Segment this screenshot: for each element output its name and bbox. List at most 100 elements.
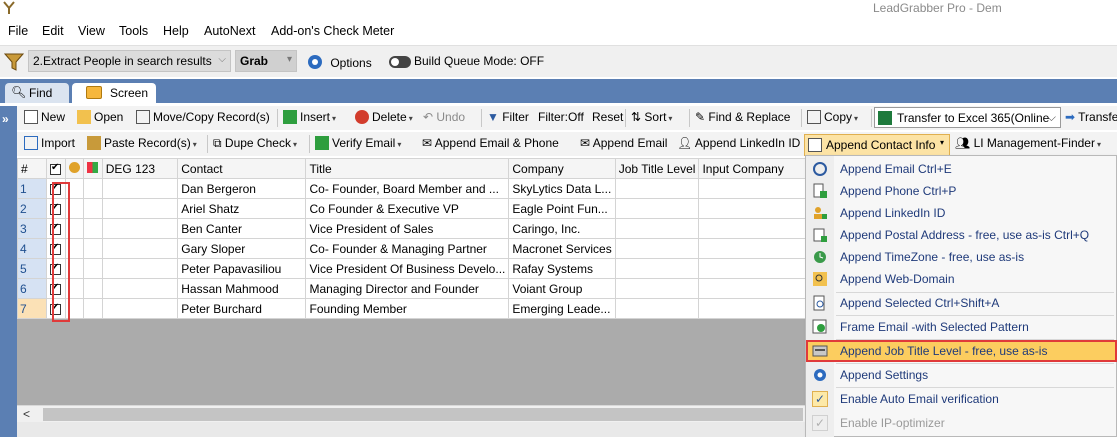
contact-cell[interactable]: Ariel Shatz	[177, 198, 307, 219]
row-number[interactable]: 2	[17, 198, 47, 219]
import-button[interactable]: Import	[24, 136, 75, 150]
open-button[interactable]: Open	[77, 110, 123, 124]
row-number[interactable]: 5	[17, 258, 47, 279]
empty-cell[interactable]	[82, 298, 103, 319]
contact-cell[interactable]: Dan Bergeron	[177, 178, 307, 199]
title-cell[interactable]: Co- Founder, Board Member and ...	[305, 178, 510, 199]
job-title-level-cell[interactable]	[614, 278, 700, 299]
column-header-grid[interactable]	[82, 158, 103, 179]
reset-button[interactable]: Reset	[592, 110, 623, 124]
company-cell[interactable]: Voiant Group	[508, 278, 616, 299]
table-row[interactable]: 5 Peter Papavasiliou Vice President Of B…	[17, 258, 807, 279]
scrollbar-thumb[interactable]	[43, 408, 803, 421]
column-header-title[interactable]: Title	[305, 158, 510, 179]
table-row[interactable]: 2 Ariel Shatz Co Founder & Executive VP …	[17, 198, 807, 219]
scroll-left-icon[interactable]: <	[23, 407, 30, 421]
menu-item-enable-ip-optimizer[interactable]: ✓ Enable IP-optimizer	[806, 412, 1117, 434]
new-button[interactable]: New	[24, 110, 65, 124]
dupe-check-button[interactable]: ⧉ Dupe Check ▾	[213, 136, 297, 151]
menu-item-frame-email[interactable]: Frame Email -with Selected Pattern	[806, 316, 1117, 338]
menu-item-append-postal-address[interactable]: Append Postal Address - free, use as-is …	[806, 224, 1117, 246]
column-header-job-title-level[interactable]: Job Title Level	[614, 158, 700, 179]
title-cell[interactable]: Co Founder & Executive VP	[305, 198, 510, 219]
transfer-button[interactable]: ➡ Transfe	[1065, 110, 1117, 124]
menu-item-append-linkedin-id[interactable]: Append LinkedIn ID	[806, 202, 1117, 224]
menu-item-append-web-domain[interactable]: Append Web-Domain	[806, 268, 1117, 290]
expand-panel-icon[interactable]: »	[2, 112, 9, 126]
tab-find[interactable]: 🔍︎ Find	[5, 83, 69, 103]
tab-screen[interactable]: Screen	[72, 83, 156, 103]
empty-cell[interactable]	[101, 178, 179, 199]
extract-mode-select[interactable]: 2.Extract People in search results ⌵	[28, 50, 231, 72]
company-cell[interactable]: Macronet Services	[508, 238, 616, 259]
menu-item-append-timezone[interactable]: Append TimeZone - free, use as-is	[806, 246, 1117, 268]
delete-button[interactable]: Delete ▾	[355, 110, 413, 124]
transfer-destination-select[interactable]: Transfer to Excel 365(Online ⌵	[874, 107, 1061, 128]
column-header-coins[interactable]	[64, 158, 84, 179]
company-cell[interactable]: SkyLytics Data L...	[508, 178, 616, 199]
move-copy-button[interactable]: Move/Copy Record(s)	[136, 110, 270, 124]
menu-item-append-phone[interactable]: Append Phone Ctrl+P	[806, 180, 1117, 202]
table-row[interactable]: 3 Ben Canter Vice President of Sales Car…	[17, 218, 807, 239]
append-email-phone-button[interactable]: ✉ Append Email & Phone	[422, 136, 559, 150]
table-row[interactable]: 1 Dan Bergeron Co- Founder, Board Member…	[17, 178, 807, 199]
row-number[interactable]: 7	[17, 298, 47, 319]
title-cell[interactable]: Vice President of Sales	[305, 218, 510, 239]
menu-view[interactable]: View	[78, 24, 105, 38]
menu-item-append-email[interactable]: Append Email Ctrl+E	[806, 158, 1117, 180]
verify-email-button[interactable]: Verify Email ▾	[315, 136, 401, 150]
input-company-cell[interactable]	[698, 258, 807, 279]
menu-tools[interactable]: Tools	[119, 24, 148, 38]
title-cell[interactable]: Co- Founder & Managing Partner	[305, 238, 510, 259]
column-header-input-company[interactable]: Input Company	[698, 158, 807, 179]
empty-cell[interactable]	[82, 218, 103, 239]
contact-cell[interactable]: Ben Canter	[177, 218, 307, 239]
append-contact-info-button[interactable]: Append Contact Info ▾	[804, 134, 950, 156]
empty-cell[interactable]	[101, 198, 179, 219]
title-cell[interactable]: Vice President Of Business Develo...	[305, 258, 510, 279]
column-header-row-number[interactable]: #	[17, 158, 47, 179]
company-cell[interactable]: Rafay Systems	[508, 258, 616, 279]
job-title-level-cell[interactable]	[614, 218, 700, 239]
input-company-cell[interactable]	[698, 298, 807, 319]
input-company-cell[interactable]	[698, 238, 807, 259]
table-row[interactable]: 4 Gary Sloper Co- Founder & Managing Par…	[17, 238, 807, 259]
menu-file[interactable]: File	[8, 24, 28, 38]
menu-item-append-job-title-level[interactable]: Append Job Title Level - free, use as-is	[806, 340, 1117, 362]
job-title-level-cell[interactable]	[614, 298, 700, 319]
column-header-deg[interactable]: DEG 123	[101, 158, 179, 179]
li-management-button[interactable]: 👥︎ LI Management-Finder ▾	[955, 136, 1101, 150]
menu-autonext[interactable]: AutoNext	[204, 24, 255, 38]
company-cell[interactable]: Caringo, Inc.	[508, 218, 616, 239]
table-row[interactable]: 7 Peter Burchard Founding Member Emergin…	[17, 298, 807, 319]
menu-item-append-settings[interactable]: Append Settings	[806, 364, 1117, 386]
contact-cell[interactable]: Hassan Mahmood	[177, 278, 307, 299]
column-header-select-all[interactable]	[46, 158, 66, 179]
empty-cell[interactable]	[82, 178, 103, 199]
menu-addons-check-meter[interactable]: Add-on's Check Meter	[271, 24, 394, 38]
table-row[interactable]: 6 Hassan Mahmood Managing Director and F…	[17, 278, 807, 299]
empty-cell[interactable]	[101, 218, 179, 239]
job-title-level-cell[interactable]	[614, 198, 700, 219]
menu-edit[interactable]: Edit	[42, 24, 64, 38]
input-company-cell[interactable]	[698, 218, 807, 239]
contact-cell[interactable]: Gary Sloper	[177, 238, 307, 259]
append-linkedin-button[interactable]: 👤︎ Append LinkedIn ID	[677, 136, 800, 150]
row-number[interactable]: 6	[17, 278, 47, 299]
column-header-contact[interactable]: Contact	[177, 158, 307, 179]
select-all-checkbox[interactable]	[50, 162, 61, 175]
row-number[interactable]: 3	[17, 218, 47, 239]
build-queue-toggle[interactable]	[389, 56, 411, 68]
empty-cell[interactable]	[101, 278, 179, 299]
sort-button[interactable]: ⇅ Sort ▾	[631, 110, 672, 124]
empty-cell[interactable]	[101, 258, 179, 279]
company-cell[interactable]: Eagle Point Fun...	[508, 198, 616, 219]
empty-cell[interactable]	[82, 278, 103, 299]
filter-button[interactable]: ▼ Filter	[487, 110, 529, 124]
menu-item-enable-auto-email-verification[interactable]: ✓ Enable Auto Email verification	[806, 388, 1117, 410]
job-title-level-cell[interactable]	[614, 258, 700, 279]
input-company-cell[interactable]	[698, 178, 807, 199]
undo-button[interactable]: ↶ Undo	[423, 110, 465, 124]
contact-cell[interactable]: Peter Burchard	[177, 298, 307, 319]
title-cell[interactable]: Founding Member	[305, 298, 510, 319]
